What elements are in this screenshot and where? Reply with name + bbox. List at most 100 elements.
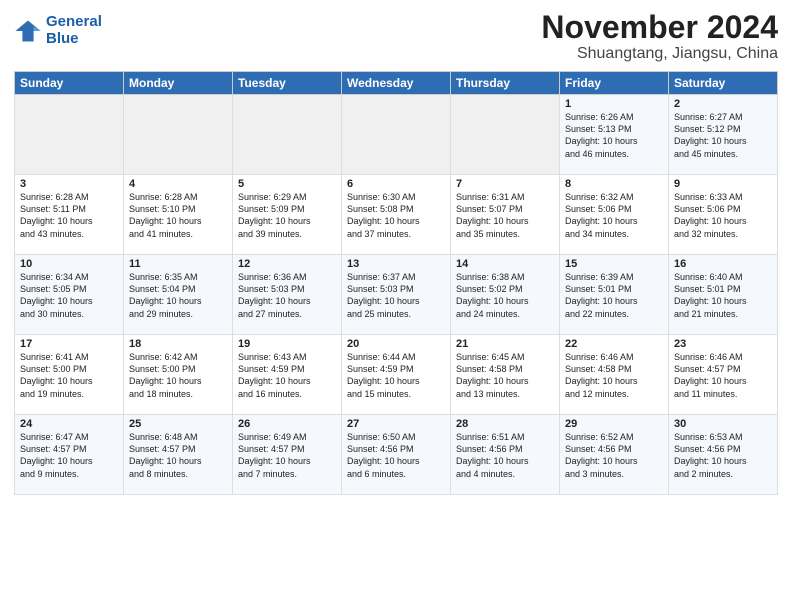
day-number: 13 <box>347 258 445 270</box>
location: Shuangtang, Jiangsu, China <box>541 45 778 63</box>
header-row: Sunday Monday Tuesday Wednesday Thursday… <box>15 72 778 95</box>
day-info: Sunrise: 6:47 AM Sunset: 4:57 PM Dayligh… <box>20 431 118 480</box>
day-number: 23 <box>674 338 772 350</box>
day-number: 5 <box>238 178 336 190</box>
day-number: 30 <box>674 418 772 430</box>
day-info: Sunrise: 6:27 AM Sunset: 5:12 PM Dayligh… <box>674 111 772 160</box>
calendar-cell: 26Sunrise: 6:49 AM Sunset: 4:57 PM Dayli… <box>233 415 342 495</box>
calendar-cell: 30Sunrise: 6:53 AM Sunset: 4:56 PM Dayli… <box>669 415 778 495</box>
calendar-cell: 17Sunrise: 6:41 AM Sunset: 5:00 PM Dayli… <box>15 335 124 415</box>
day-number: 2 <box>674 98 772 110</box>
calendar-cell <box>233 95 342 175</box>
day-info: Sunrise: 6:28 AM Sunset: 5:10 PM Dayligh… <box>129 191 227 240</box>
header-tuesday: Tuesday <box>233 72 342 95</box>
day-number: 8 <box>565 178 663 190</box>
calendar-week-2: 10Sunrise: 6:34 AM Sunset: 5:05 PM Dayli… <box>15 255 778 335</box>
day-number: 25 <box>129 418 227 430</box>
calendar-cell: 3Sunrise: 6:28 AM Sunset: 5:11 PM Daylig… <box>15 175 124 255</box>
day-info: Sunrise: 6:41 AM Sunset: 5:00 PM Dayligh… <box>20 351 118 400</box>
day-number: 24 <box>20 418 118 430</box>
calendar-week-0: 1Sunrise: 6:26 AM Sunset: 5:13 PM Daylig… <box>15 95 778 175</box>
header: General Blue November 2024 Shuangtang, J… <box>14 10 778 63</box>
calendar-cell: 8Sunrise: 6:32 AM Sunset: 5:06 PM Daylig… <box>560 175 669 255</box>
header-thursday: Thursday <box>451 72 560 95</box>
day-info: Sunrise: 6:31 AM Sunset: 5:07 PM Dayligh… <box>456 191 554 240</box>
calendar-cell <box>342 95 451 175</box>
day-number: 9 <box>674 178 772 190</box>
day-number: 1 <box>565 98 663 110</box>
day-number: 19 <box>238 338 336 350</box>
day-info: Sunrise: 6:43 AM Sunset: 4:59 PM Dayligh… <box>238 351 336 400</box>
day-number: 28 <box>456 418 554 430</box>
day-number: 21 <box>456 338 554 350</box>
day-number: 6 <box>347 178 445 190</box>
day-number: 14 <box>456 258 554 270</box>
day-info: Sunrise: 6:46 AM Sunset: 4:58 PM Dayligh… <box>565 351 663 400</box>
calendar-cell: 15Sunrise: 6:39 AM Sunset: 5:01 PM Dayli… <box>560 255 669 335</box>
day-info: Sunrise: 6:26 AM Sunset: 5:13 PM Dayligh… <box>565 111 663 160</box>
day-number: 18 <box>129 338 227 350</box>
calendar-cell: 2Sunrise: 6:27 AM Sunset: 5:12 PM Daylig… <box>669 95 778 175</box>
day-info: Sunrise: 6:33 AM Sunset: 5:06 PM Dayligh… <box>674 191 772 240</box>
calendar-cell: 29Sunrise: 6:52 AM Sunset: 4:56 PM Dayli… <box>560 415 669 495</box>
day-info: Sunrise: 6:49 AM Sunset: 4:57 PM Dayligh… <box>238 431 336 480</box>
day-info: Sunrise: 6:44 AM Sunset: 4:59 PM Dayligh… <box>347 351 445 400</box>
day-info: Sunrise: 6:53 AM Sunset: 4:56 PM Dayligh… <box>674 431 772 480</box>
day-number: 26 <box>238 418 336 430</box>
month-title: November 2024 <box>541 10 778 45</box>
day-number: 22 <box>565 338 663 350</box>
calendar-cell: 25Sunrise: 6:48 AM Sunset: 4:57 PM Dayli… <box>124 415 233 495</box>
day-info: Sunrise: 6:34 AM Sunset: 5:05 PM Dayligh… <box>20 271 118 320</box>
calendar-cell: 7Sunrise: 6:31 AM Sunset: 5:07 PM Daylig… <box>451 175 560 255</box>
day-info: Sunrise: 6:37 AM Sunset: 5:03 PM Dayligh… <box>347 271 445 320</box>
calendar-cell: 27Sunrise: 6:50 AM Sunset: 4:56 PM Dayli… <box>342 415 451 495</box>
logo-line1: General <box>46 14 102 31</box>
day-number: 27 <box>347 418 445 430</box>
calendar-cell: 6Sunrise: 6:30 AM Sunset: 5:08 PM Daylig… <box>342 175 451 255</box>
calendar-cell: 4Sunrise: 6:28 AM Sunset: 5:10 PM Daylig… <box>124 175 233 255</box>
calendar-cell <box>124 95 233 175</box>
day-number: 7 <box>456 178 554 190</box>
logo: General Blue <box>14 14 102 47</box>
logo-icon <box>14 17 42 45</box>
calendar-cell: 20Sunrise: 6:44 AM Sunset: 4:59 PM Dayli… <box>342 335 451 415</box>
day-number: 12 <box>238 258 336 270</box>
calendar-cell: 16Sunrise: 6:40 AM Sunset: 5:01 PM Dayli… <box>669 255 778 335</box>
day-number: 4 <box>129 178 227 190</box>
calendar-cell: 22Sunrise: 6:46 AM Sunset: 4:58 PM Dayli… <box>560 335 669 415</box>
calendar-cell <box>451 95 560 175</box>
day-info: Sunrise: 6:32 AM Sunset: 5:06 PM Dayligh… <box>565 191 663 240</box>
day-info: Sunrise: 6:38 AM Sunset: 5:02 PM Dayligh… <box>456 271 554 320</box>
calendar-week-1: 3Sunrise: 6:28 AM Sunset: 5:11 PM Daylig… <box>15 175 778 255</box>
calendar-cell: 21Sunrise: 6:45 AM Sunset: 4:58 PM Dayli… <box>451 335 560 415</box>
calendar-container: General Blue November 2024 Shuangtang, J… <box>0 0 792 612</box>
title-block: November 2024 Shuangtang, Jiangsu, China <box>541 10 778 63</box>
logo-text: General Blue <box>46 14 102 47</box>
calendar-table: Sunday Monday Tuesday Wednesday Thursday… <box>14 71 778 495</box>
calendar-cell: 18Sunrise: 6:42 AM Sunset: 5:00 PM Dayli… <box>124 335 233 415</box>
calendar-cell: 1Sunrise: 6:26 AM Sunset: 5:13 PM Daylig… <box>560 95 669 175</box>
calendar-cell: 10Sunrise: 6:34 AM Sunset: 5:05 PM Dayli… <box>15 255 124 335</box>
day-info: Sunrise: 6:29 AM Sunset: 5:09 PM Dayligh… <box>238 191 336 240</box>
header-sunday: Sunday <box>15 72 124 95</box>
calendar-week-3: 17Sunrise: 6:41 AM Sunset: 5:00 PM Dayli… <box>15 335 778 415</box>
header-friday: Friday <box>560 72 669 95</box>
calendar-cell: 24Sunrise: 6:47 AM Sunset: 4:57 PM Dayli… <box>15 415 124 495</box>
calendar-header: Sunday Monday Tuesday Wednesday Thursday… <box>15 72 778 95</box>
header-saturday: Saturday <box>669 72 778 95</box>
day-number: 11 <box>129 258 227 270</box>
header-monday: Monday <box>124 72 233 95</box>
day-number: 10 <box>20 258 118 270</box>
calendar-cell: 11Sunrise: 6:35 AM Sunset: 5:04 PM Dayli… <box>124 255 233 335</box>
day-info: Sunrise: 6:50 AM Sunset: 4:56 PM Dayligh… <box>347 431 445 480</box>
day-number: 17 <box>20 338 118 350</box>
day-info: Sunrise: 6:42 AM Sunset: 5:00 PM Dayligh… <box>129 351 227 400</box>
day-info: Sunrise: 6:46 AM Sunset: 4:57 PM Dayligh… <box>674 351 772 400</box>
calendar-cell: 19Sunrise: 6:43 AM Sunset: 4:59 PM Dayli… <box>233 335 342 415</box>
day-number: 20 <box>347 338 445 350</box>
calendar-cell: 5Sunrise: 6:29 AM Sunset: 5:09 PM Daylig… <box>233 175 342 255</box>
day-info: Sunrise: 6:52 AM Sunset: 4:56 PM Dayligh… <box>565 431 663 480</box>
calendar-cell: 13Sunrise: 6:37 AM Sunset: 5:03 PM Dayli… <box>342 255 451 335</box>
logo-line2: Blue <box>46 31 102 48</box>
calendar-week-4: 24Sunrise: 6:47 AM Sunset: 4:57 PM Dayli… <box>15 415 778 495</box>
